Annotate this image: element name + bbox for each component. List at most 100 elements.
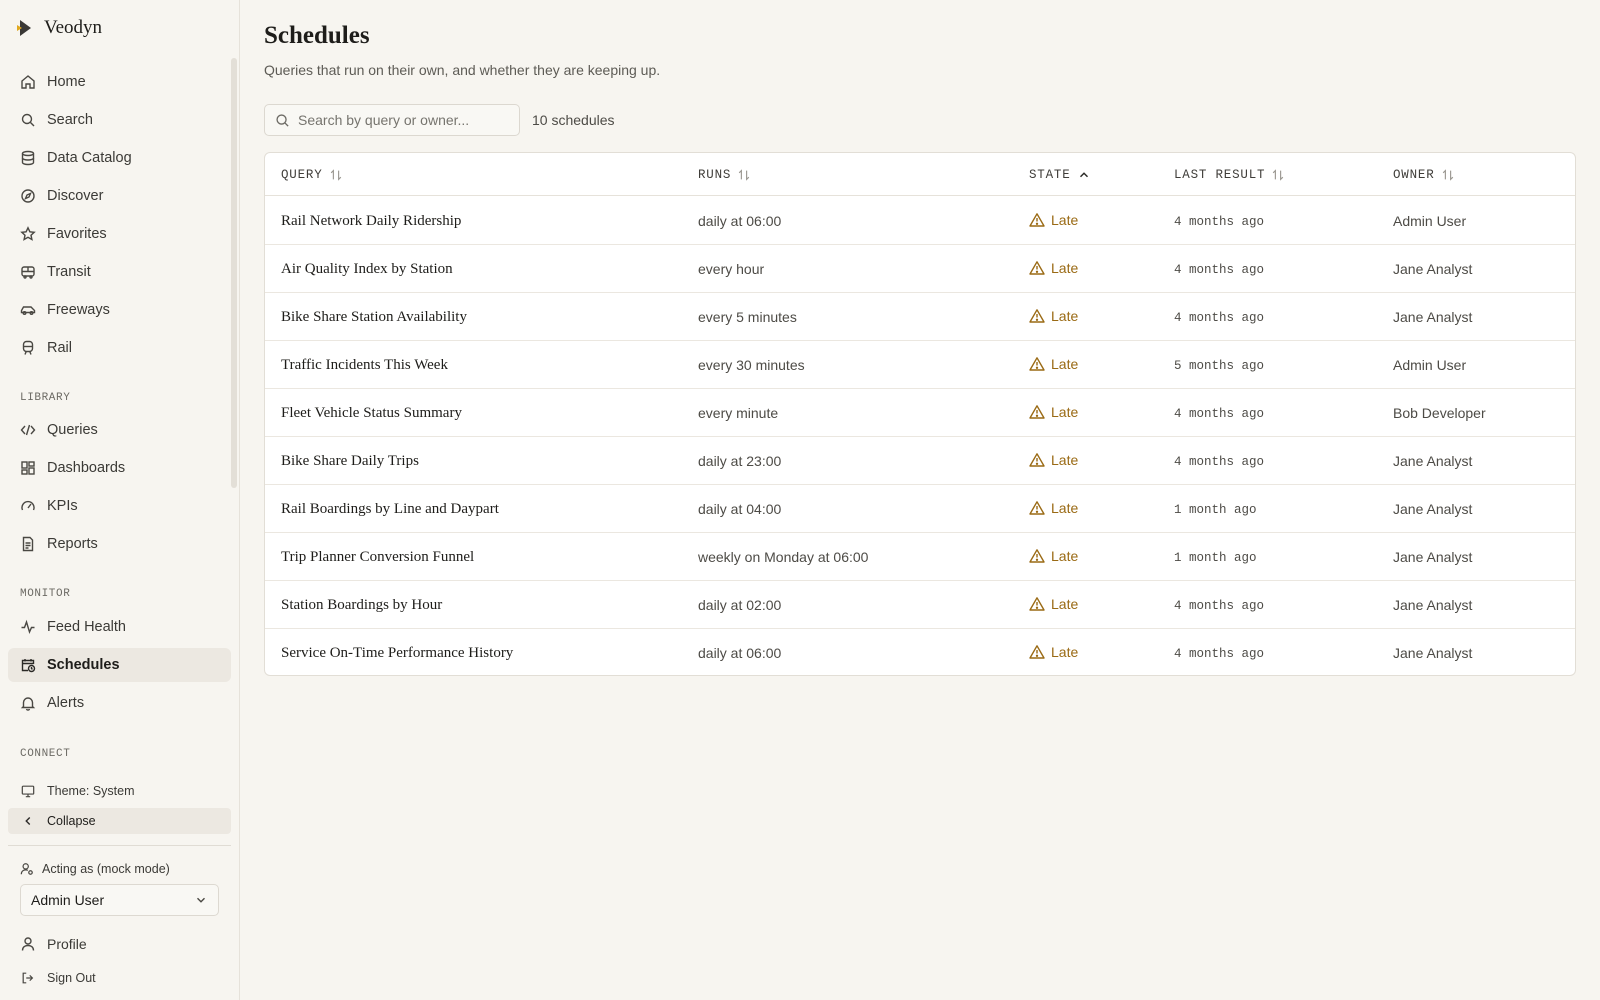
sidebar-item-home[interactable]: Home: [8, 65, 231, 99]
run-frequency: every hour: [698, 261, 765, 277]
column-header-state[interactable]: STATE: [1029, 153, 1091, 196]
brand[interactable]: Veodyn: [14, 14, 102, 42]
sign-out-button[interactable]: Sign Out: [8, 965, 231, 991]
search-field[interactable]: [264, 104, 520, 136]
warning-icon: [1029, 309, 1045, 323]
state-badge: Late: [1029, 580, 1078, 628]
sidebar-divider: [8, 845, 231, 846]
state-label: Late: [1051, 308, 1079, 324]
query-name[interactable]: Station Boardings by Hour: [281, 581, 442, 629]
sidebar-item-favorites[interactable]: Favorites: [8, 217, 231, 251]
owner-name: Jane Analyst: [1393, 261, 1473, 277]
star-icon: [20, 226, 36, 241]
sign-out-label: Sign Out: [47, 971, 96, 985]
sidebar-item-label: Queries: [47, 422, 98, 438]
column-header-runs[interactable]: RUNS: [698, 153, 751, 196]
state-badge: Late: [1029, 436, 1078, 484]
query-name[interactable]: Fleet Vehicle Status Summary: [281, 389, 462, 437]
query-name[interactable]: Bike Share Station Availability: [281, 293, 467, 341]
query-name[interactable]: Traffic Incidents This Week: [281, 341, 448, 389]
app-name: Veodyn: [44, 17, 103, 38]
query-name[interactable]: Air Quality Index by Station: [281, 245, 453, 293]
acting-as-label: Acting as (mock mode): [20, 862, 170, 876]
sidebar-item-label: Search: [47, 112, 93, 128]
warning-icon: [1029, 453, 1045, 467]
gauge-icon: [21, 500, 35, 511]
query-name[interactable]: Rail Boardings by Line and Daypart: [281, 485, 499, 533]
table-row[interactable]: Rail Network Daily Ridership daily at 06:…: [265, 197, 1575, 245]
sidebar-item-data-catalog[interactable]: Data Catalog: [8, 141, 231, 175]
last-result: 4 months ago: [1174, 407, 1265, 421]
state-label: Late: [1051, 404, 1079, 420]
sidebar-item-label: Schedules: [47, 657, 120, 673]
sidebar-item-kpis[interactable]: KPIs: [8, 489, 231, 523]
theme-toggle[interactable]: Theme: System: [8, 778, 231, 804]
sidebar-scrollbar[interactable]: [231, 58, 237, 488]
run-frequency: daily at 06:00: [698, 645, 782, 661]
owner-name: Admin User: [1393, 357, 1467, 373]
search-input[interactable]: [298, 112, 508, 128]
sidebar-item-label: Home: [47, 74, 86, 90]
last-result: 4 months ago: [1174, 263, 1265, 277]
table-row[interactable]: Service On-Time Performance History daily…: [265, 629, 1575, 675]
column-header-owner[interactable]: OWNER: [1393, 153, 1455, 196]
query-name[interactable]: Rail Network Daily Ridership: [281, 197, 461, 245]
run-frequency: daily at 04:00: [698, 501, 782, 517]
theme-label: Theme: System: [47, 784, 135, 798]
sidebar-item-dashboards[interactable]: Dashboards: [8, 451, 231, 485]
table-row[interactable]: Bike Share Station Availability every 5 m…: [265, 293, 1575, 341]
column-header-last-result[interactable]: LAST RESULT: [1174, 153, 1285, 196]
table-row[interactable]: Traffic Incidents This Week every 30 minu…: [265, 341, 1575, 389]
state-label: Late: [1051, 548, 1079, 564]
state-label: Late: [1051, 596, 1079, 612]
sidebar-item-rail[interactable]: Rail: [8, 331, 231, 365]
home-icon: [21, 75, 35, 89]
column-header-query[interactable]: QUERY: [281, 153, 343, 196]
dashboard-icon: [21, 461, 35, 475]
sidebar-item-label: Reports: [47, 536, 98, 552]
file-text-icon: [22, 536, 34, 552]
sidebar: Veodyn Home Search Data Catalog Discover…: [0, 0, 240, 1000]
table-row[interactable]: Rail Boardings by Line and Daypart daily …: [265, 485, 1575, 533]
sidebar-item-label: Data Catalog: [47, 150, 132, 166]
schedules-table: QUERY RUNS STATE LAST RESULT OWNER Rail …: [264, 152, 1576, 676]
owner-name: Jane Analyst: [1393, 501, 1473, 517]
collapse-label: Collapse: [47, 814, 96, 828]
sidebar-item-schedules[interactable]: Schedules: [8, 648, 231, 682]
sidebar-item-label: KPIs: [47, 498, 78, 514]
state-label: Late: [1051, 260, 1079, 276]
sidebar-item-profile[interactable]: Profile: [8, 927, 231, 961]
last-result: 4 months ago: [1174, 647, 1265, 661]
collapse-button[interactable]: Collapse: [8, 808, 231, 834]
warning-icon: [1029, 261, 1045, 275]
sidebar-item-alerts[interactable]: Alerts: [8, 686, 231, 720]
last-result: 4 months ago: [1174, 311, 1265, 325]
last-result: 4 months ago: [1174, 599, 1265, 613]
table-row[interactable]: Air Quality Index by Station every hour La…: [265, 245, 1575, 293]
table-row[interactable]: Trip Planner Conversion Funnel weekly on …: [265, 533, 1575, 581]
sidebar-item-label: Rail: [47, 340, 72, 356]
last-result: 1 month ago: [1174, 503, 1257, 517]
sidebar-item-freeways[interactable]: Freeways: [8, 293, 231, 327]
sidebar-item-discover[interactable]: Discover: [8, 179, 231, 213]
acting-user-select[interactable]: Admin User: [20, 884, 219, 916]
user-icon: [21, 937, 35, 951]
sidebar-item-transit[interactable]: Transit: [8, 255, 231, 289]
search-icon: [21, 113, 35, 127]
query-name[interactable]: Bike Share Daily Trips: [281, 437, 419, 485]
page-title: Schedules: [264, 22, 370, 49]
query-name[interactable]: Trip Planner Conversion Funnel: [281, 533, 474, 581]
calendar-clock-icon: [21, 659, 36, 673]
state-label: Late: [1051, 644, 1079, 660]
column-label: STATE: [1029, 167, 1071, 182]
query-name[interactable]: Service On-Time Performance History: [281, 629, 513, 675]
sidebar-item-feed-health[interactable]: Feed Health: [8, 610, 231, 644]
sidebar-item-reports[interactable]: Reports: [8, 527, 231, 561]
table-row[interactable]: Station Boardings by Hour daily at 02:00 L…: [265, 581, 1575, 629]
owner-name: Jane Analyst: [1393, 309, 1473, 325]
state-label: Late: [1051, 356, 1079, 372]
table-row[interactable]: Bike Share Daily Trips daily at 23:00 Late…: [265, 437, 1575, 485]
sidebar-item-search[interactable]: Search: [8, 103, 231, 137]
sidebar-item-queries[interactable]: Queries: [8, 413, 231, 447]
table-row[interactable]: Fleet Vehicle Status Summary every minute…: [265, 389, 1575, 437]
